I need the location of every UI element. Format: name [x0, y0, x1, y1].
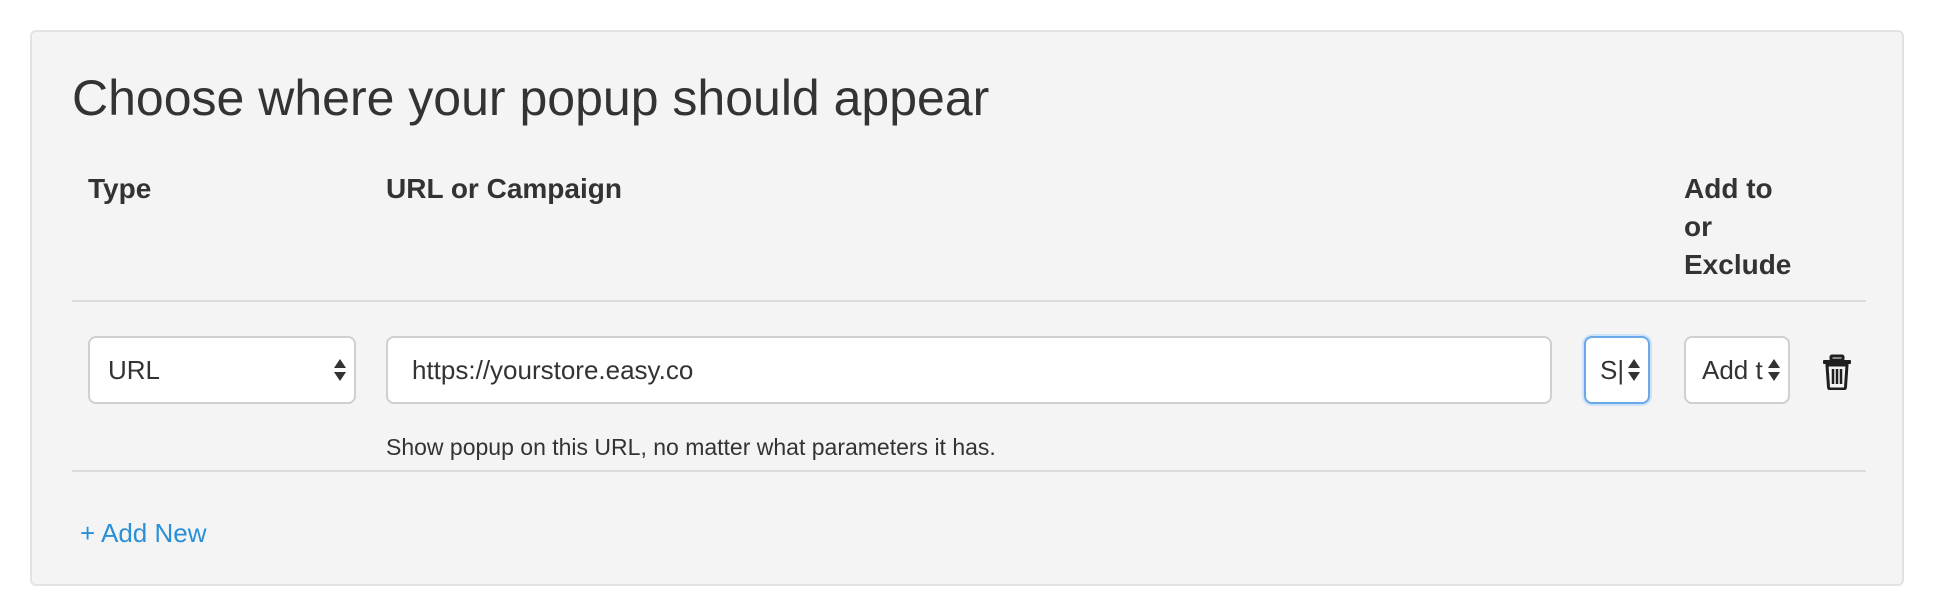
column-header-type: Type — [88, 173, 152, 204]
panel-title: Choose where your popup should appear — [72, 70, 990, 126]
add-or-exclude-select-value: Add t — [1702, 354, 1763, 385]
header-divider — [72, 300, 1866, 302]
updown-arrows-icon — [1628, 358, 1640, 382]
column-header-url-or-campaign: URL or Campaign — [386, 173, 622, 204]
match-type-select[interactable]: S| — [1584, 336, 1650, 404]
add-or-exclude-select[interactable]: Add t — [1684, 336, 1790, 404]
updown-arrows-icon — [334, 358, 346, 382]
type-select[interactable]: URL — [88, 336, 356, 404]
popup-placement-panel: Choose where your popup should appear Ty… — [30, 30, 1904, 586]
updown-arrows-icon — [1768, 358, 1780, 382]
url-input[interactable] — [386, 336, 1552, 404]
trash-icon-graphic — [1823, 354, 1851, 391]
row-divider — [72, 470, 1866, 472]
match-type-select-value: S| — [1600, 354, 1625, 385]
type-select-value: URL — [108, 354, 161, 385]
trash-icon[interactable] — [1820, 354, 1854, 391]
url-helper-text: Show popup on this URL, no matter what p… — [386, 434, 996, 460]
add-new-link[interactable]: + Add New — [80, 518, 206, 549]
column-header-add-or-exclude: Add to or Exclude — [1684, 173, 1792, 280]
